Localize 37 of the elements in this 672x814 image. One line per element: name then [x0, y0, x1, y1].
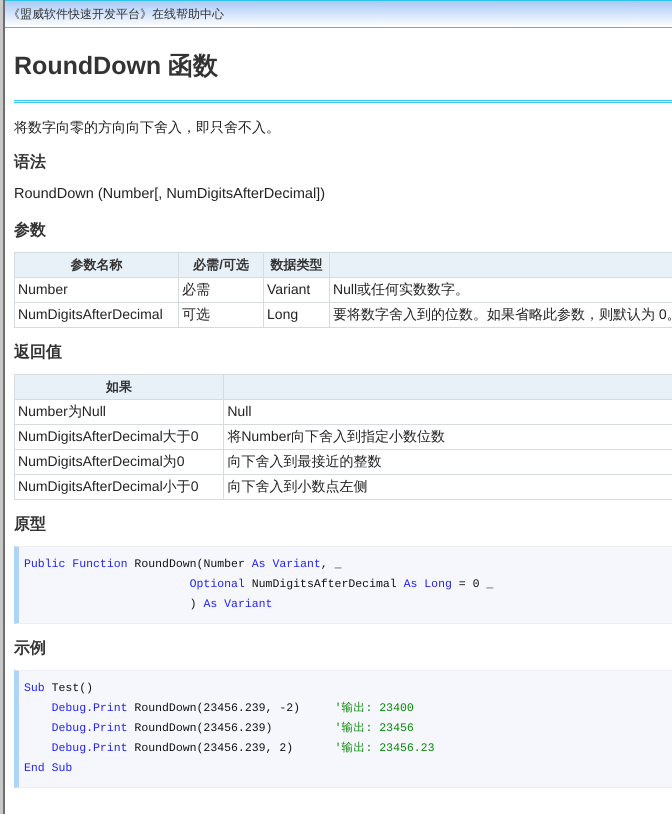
table-cell: Variant: [267, 281, 310, 298]
section-heading: 语法: [14, 152, 46, 173]
section-heading: 返回值: [14, 342, 62, 363]
code-line: Sub Test(): [24, 680, 94, 697]
table-cell: Long: [267, 306, 298, 322]
column-header: 如果: [106, 379, 132, 394]
table-cell: Null或任何实数数字。: [333, 281, 470, 298]
table-cell: Null: [227, 403, 252, 420]
section-heading: 参数: [14, 220, 46, 241]
table-cell: Number: [18, 281, 68, 298]
table-cell: 将Number向下舍入到指定小数位数: [227, 428, 446, 444]
table-cell: NumDigitsAfterDecimal大于0: [18, 428, 198, 444]
section-heading: 示例: [14, 638, 46, 659]
column-header: 数据类型: [270, 257, 322, 272]
code-line: Public Function RoundDown(Number As Variant, _: [24, 556, 342, 573]
page-title: RoundDown 函数: [14, 51, 218, 82]
code-line: Debug.Print RoundDown(23456.239) '输出: 23456: [52, 720, 414, 737]
table-cell: NumDigitsAfterDecimal为0: [18, 453, 184, 470]
code-line: Optional NumDigitsAfterDecimal As Long = 0 _: [190, 576, 494, 593]
code-line: ) As Variant: [190, 596, 272, 613]
code-line: Debug.Print RoundDown(23456.239, -2) '输出: 23400: [52, 700, 414, 717]
section-heading: 原型: [14, 514, 46, 535]
code-line: End Sub: [24, 760, 72, 777]
code-line: Debug.Print RoundDown(23456.239, 2) '输出: 23456.23: [52, 740, 434, 757]
table-cell: 可选: [182, 306, 210, 322]
table-cell: NumDigitsAfterDecimal小于0: [18, 478, 198, 494]
header-title: 《盟威软件快速开发平台》在线帮助中心: [8, 6, 224, 23]
table-cell: NumDigitsAfterDecimal: [18, 306, 163, 322]
description: 将数字向零的方向向下舍入，即只舍不入。: [14, 118, 280, 137]
table-cell: 必需: [182, 281, 210, 298]
column-header: 必需/可选: [193, 257, 249, 272]
table-cell: 向下舍入到小数点左侧: [227, 478, 368, 494]
table-cell: 要将数字舍入到的位数。如果省略此参数，则默认为 0。: [333, 306, 672, 322]
column-header: 参数名称: [70, 257, 122, 272]
syntax-text: RoundDown (Number[, NumDigitsAfterDecimal]): [14, 185, 326, 204]
table-cell: 向下舍入到最接近的整数: [227, 453, 382, 470]
table-cell: Number为Null: [18, 403, 106, 420]
